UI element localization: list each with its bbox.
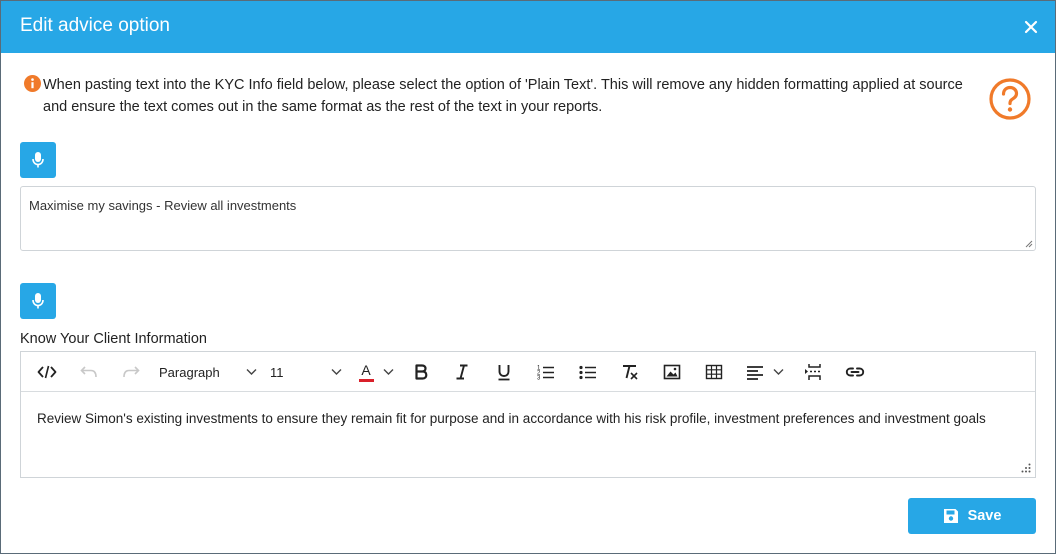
page-break-icon bbox=[805, 364, 821, 380]
font-color-button[interactable]: A bbox=[357, 360, 375, 384]
font-size-value: 11 bbox=[270, 364, 284, 380]
italic-icon bbox=[456, 364, 468, 380]
align-button[interactable] bbox=[743, 360, 767, 384]
clear-format-icon bbox=[623, 365, 638, 380]
save-icon bbox=[943, 509, 958, 523]
chevron-down-icon bbox=[773, 369, 783, 375]
font-color-icon: A bbox=[361, 361, 371, 378]
block-format-value: Paragraph bbox=[159, 364, 220, 380]
close-icon bbox=[1024, 20, 1038, 34]
save-button[interactable]: Save bbox=[908, 498, 1036, 534]
help-button[interactable] bbox=[988, 77, 1032, 121]
align-icon bbox=[747, 365, 763, 380]
numbered-list-button[interactable]: 1 2 3 bbox=[534, 360, 558, 384]
ordered-list-icon: 1 2 3 bbox=[537, 366, 554, 381]
dialog-title: Edit advice option bbox=[20, 15, 170, 36]
insert-table-button[interactable] bbox=[702, 360, 726, 384]
clear-formatting-button[interactable] bbox=[618, 360, 642, 384]
insert-link-button[interactable] bbox=[843, 360, 867, 384]
bullet-list-button[interactable] bbox=[576, 360, 600, 384]
underline-button[interactable] bbox=[492, 360, 516, 384]
code-icon bbox=[37, 365, 57, 379]
page-break-button[interactable] bbox=[801, 360, 825, 384]
close-button[interactable] bbox=[1021, 17, 1041, 37]
bullet-list-icon bbox=[579, 365, 596, 379]
microphone-icon bbox=[32, 152, 44, 168]
source-code-button[interactable] bbox=[35, 360, 59, 384]
undo-icon bbox=[80, 366, 97, 378]
italic-button[interactable] bbox=[450, 360, 474, 384]
svg-text:3: 3 bbox=[537, 376, 541, 381]
kyc-content-text[interactable]: Review Simon's existing investments to e… bbox=[37, 411, 986, 426]
chevron-down-icon bbox=[383, 369, 393, 375]
resize-handle-icon[interactable] bbox=[1025, 240, 1033, 248]
align-dropdown[interactable] bbox=[771, 360, 785, 384]
microphone-icon bbox=[32, 293, 44, 309]
insert-image-button[interactable] bbox=[660, 360, 684, 384]
table-icon bbox=[705, 364, 723, 380]
redo-icon bbox=[123, 366, 140, 378]
paste-notice-text: When pasting text into the KYC Info fiel… bbox=[43, 77, 963, 115]
font-size-select[interactable]: 11 bbox=[270, 360, 342, 384]
kyc-field-label: Know Your Client Information bbox=[20, 331, 207, 347]
help-icon bbox=[989, 78, 1031, 120]
advice-summary-value: Maximise my savings - Review all investm… bbox=[29, 198, 297, 213]
chevron-down-icon bbox=[331, 369, 342, 375]
font-color-swatch bbox=[358, 378, 374, 382]
save-button-label: Save bbox=[967, 508, 1002, 524]
resize-handle-icon[interactable] bbox=[1021, 463, 1031, 473]
dialog-header: Edit advice option bbox=[1, 1, 1055, 53]
kyc-rich-text-editor: Paragraph 11 A 1 2 3 Review Simon's exis… bbox=[20, 351, 1036, 478]
voice-input-button-summary[interactable] bbox=[20, 142, 56, 178]
font-color-dropdown[interactable] bbox=[381, 360, 395, 384]
undo-button[interactable] bbox=[77, 360, 101, 384]
editor-toolbar: Paragraph 11 A 1 2 3 bbox=[21, 352, 1035, 392]
bold-button[interactable] bbox=[409, 360, 433, 384]
edit-advice-dialog: Edit advice option When pasting text int… bbox=[0, 0, 1056, 554]
chevron-down-icon bbox=[246, 369, 257, 375]
bold-icon bbox=[415, 364, 428, 380]
advice-summary-textarea[interactable]: Maximise my savings - Review all investm… bbox=[20, 186, 1036, 251]
voice-input-button-kyc[interactable] bbox=[20, 283, 56, 319]
underline-icon bbox=[498, 364, 510, 380]
block-format-select[interactable]: Paragraph bbox=[159, 360, 257, 384]
info-icon bbox=[24, 75, 41, 92]
link-icon bbox=[845, 367, 865, 377]
image-icon bbox=[663, 364, 681, 380]
redo-button[interactable] bbox=[119, 360, 143, 384]
